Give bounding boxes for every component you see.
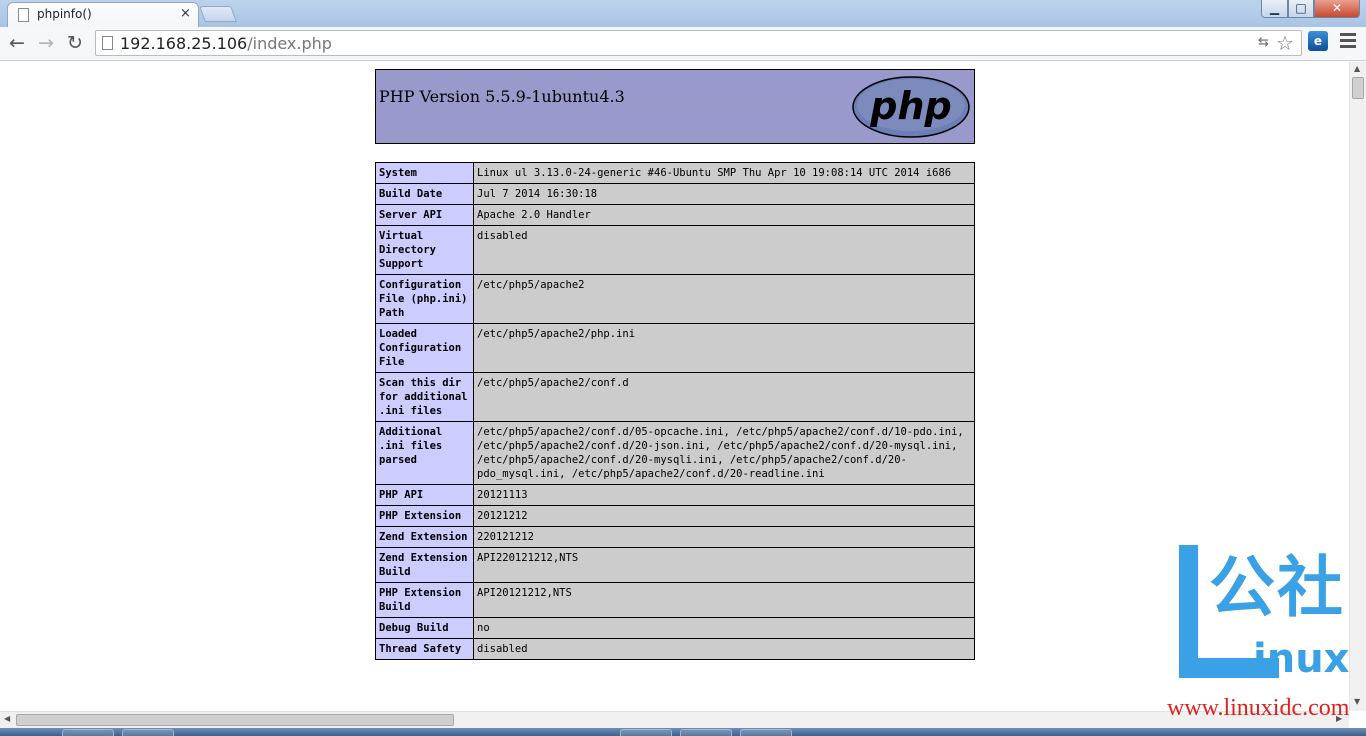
scroll-up-icon[interactable]: ▲ bbox=[1354, 64, 1360, 73]
info-key: Loaded Configuration File bbox=[375, 323, 474, 373]
info-key: Server API bbox=[375, 204, 474, 226]
maximize-button[interactable]: □ bbox=[1288, 0, 1314, 18]
php-info-table: System Linux ul 3.13.0-24-generic #46-Ubu… bbox=[375, 162, 975, 660]
reload-button[interactable]: ↻ bbox=[64, 32, 86, 54]
info-key: PHP API bbox=[375, 484, 474, 506]
info-value: /etc/php5/apache2/conf.d bbox=[473, 372, 975, 422]
info-key: Zend Extension Build bbox=[375, 547, 474, 583]
translate-icon[interactable]: ⇆ bbox=[1258, 35, 1269, 50]
info-value: Apache 2.0 Handler bbox=[473, 204, 975, 226]
scroll-down-icon[interactable]: ▼ bbox=[1354, 697, 1360, 706]
url-text[interactable]: 192.168.25.106/index.php bbox=[120, 34, 332, 53]
page-viewport: PHP Version 5.5.9-1ubuntu4.3 php System L… bbox=[0, 62, 1349, 711]
info-value: 220121212 bbox=[473, 526, 975, 548]
close-icon: ✕ bbox=[1331, 1, 1343, 15]
info-key: System bbox=[375, 162, 474, 184]
info-value: Linux ul 3.13.0-24-generic #46-Ubuntu SM… bbox=[473, 162, 975, 184]
info-key: PHP Extension Build bbox=[375, 582, 474, 618]
page-icon bbox=[18, 8, 29, 22]
page-icon bbox=[102, 36, 113, 50]
phpinfo-content: PHP Version 5.5.9-1ubuntu4.3 php System L… bbox=[375, 69, 975, 660]
browser-tab[interactable]: phpinfo() × bbox=[7, 2, 199, 28]
info-value: 20121212 bbox=[473, 505, 975, 527]
info-row: Loaded Configuration File/etc/php5/apach… bbox=[375, 323, 975, 373]
taskbar-item[interactable] bbox=[122, 729, 174, 736]
info-value: disabled bbox=[473, 638, 975, 660]
info-row: PHP Extension Build API20121212,NTS bbox=[375, 582, 975, 618]
info-row: Build Date Jul 7 2014 16:30:18 bbox=[375, 183, 975, 205]
info-key: Scan this dir for additional .ini files bbox=[375, 372, 474, 422]
vertical-scrollbar[interactable]: ▲ ▼ bbox=[1349, 62, 1366, 711]
url-host: 192.168.25.106 bbox=[120, 34, 248, 53]
minimize-button[interactable]: ▁ bbox=[1261, 0, 1288, 18]
scroll-right-icon[interactable]: ▶ bbox=[1336, 714, 1342, 723]
info-row: Server API Apache 2.0 Handler bbox=[375, 204, 975, 226]
php-logo-text: php bbox=[869, 84, 951, 128]
php-logo-icon: php bbox=[852, 76, 970, 138]
taskbar bbox=[0, 728, 1366, 736]
maximize-icon: □ bbox=[1295, 1, 1307, 15]
info-row: Zend Extension 220121212 bbox=[375, 526, 975, 548]
info-row: Debug Build no bbox=[375, 617, 975, 639]
info-key: Debug Build bbox=[375, 617, 474, 639]
info-key: Build Date bbox=[375, 183, 474, 205]
info-value: disabled bbox=[473, 225, 975, 275]
php-version-title: PHP Version 5.5.9-1ubuntu4.3 bbox=[379, 87, 625, 106]
info-key: Configuration File (php.ini) Path bbox=[375, 274, 474, 324]
taskbar-item[interactable] bbox=[620, 729, 672, 736]
bookmark-star-icon[interactable]: ☆ bbox=[1276, 31, 1294, 55]
taskbar-item[interactable] bbox=[680, 729, 732, 736]
info-row: PHP API 20121113 bbox=[375, 484, 975, 506]
minimize-icon: ▁ bbox=[1269, 1, 1280, 15]
address-bar[interactable]: 192.168.25.106/index.php ⇆ ☆ bbox=[95, 30, 1302, 56]
info-row: Virtual Directory Support disabled bbox=[375, 225, 975, 275]
info-value: /etc/php5/apache2 bbox=[473, 274, 975, 324]
extension-icon[interactable]: e bbox=[1308, 31, 1328, 51]
close-window-button[interactable]: ✕ bbox=[1314, 0, 1360, 18]
title-bar: phpinfo() × ▁ □ ✕ bbox=[0, 0, 1366, 28]
back-button[interactable]: ← bbox=[6, 32, 28, 54]
forward-button[interactable]: → bbox=[35, 32, 57, 54]
info-value: API20121212,NTS bbox=[473, 582, 975, 618]
info-key: PHP Extension bbox=[375, 505, 474, 527]
tab-title: phpinfo() bbox=[37, 7, 92, 21]
info-key: Zend Extension bbox=[375, 526, 474, 548]
info-row: Additional .ini files parsed/etc/php5/ap… bbox=[375, 421, 975, 485]
info-key: Thread Safety bbox=[375, 638, 474, 660]
taskbar-item[interactable] bbox=[740, 729, 792, 736]
info-key: Additional .ini files parsed bbox=[375, 421, 474, 485]
info-key: Virtual Directory Support bbox=[375, 225, 474, 275]
php-version-header: PHP Version 5.5.9-1ubuntu4.3 php bbox=[375, 69, 975, 144]
info-value: /etc/php5/apache2/conf.d/05-opcache.ini,… bbox=[473, 421, 975, 485]
info-row: Zend Extension Build API220121212,NTS bbox=[375, 547, 975, 583]
close-tab-icon[interactable]: × bbox=[180, 6, 191, 21]
horizontal-scroll-thumb[interactable] bbox=[16, 714, 454, 726]
vertical-scroll-thumb[interactable] bbox=[1352, 77, 1364, 99]
browser-toolbar: ← → ↻ 192.168.25.106/index.php ⇆ ☆ e bbox=[0, 27, 1366, 61]
info-row: PHP Extension 20121212 bbox=[375, 505, 975, 527]
scroll-left-icon[interactable]: ◀ bbox=[4, 714, 10, 723]
info-row: Configuration File (php.ini) Path/etc/ph… bbox=[375, 274, 975, 324]
horizontal-scrollbar[interactable]: ◀ ▶ bbox=[0, 711, 1349, 728]
info-value: API220121212,NTS bbox=[473, 547, 975, 583]
new-tab-button[interactable] bbox=[199, 6, 237, 22]
info-row: Scan this dir for additional .ini files /… bbox=[375, 372, 975, 422]
info-value: Jul 7 2014 16:30:18 bbox=[473, 183, 975, 205]
info-row: System Linux ul 3.13.0-24-generic #46-Ubu… bbox=[375, 162, 975, 184]
taskbar-item[interactable] bbox=[62, 729, 114, 736]
info-value: no bbox=[473, 617, 975, 639]
menu-icon[interactable] bbox=[1340, 33, 1356, 51]
info-value: 20121113 bbox=[473, 484, 975, 506]
url-path: /index.php bbox=[247, 34, 332, 53]
info-row: Thread Safety disabled bbox=[375, 638, 975, 660]
info-value: /etc/php5/apache2/php.ini bbox=[473, 323, 975, 373]
